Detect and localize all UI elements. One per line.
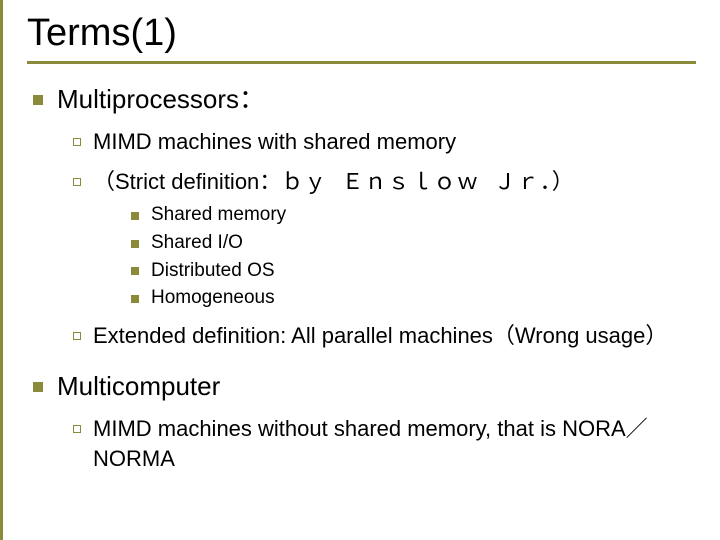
list-item-text: MIMD machines with shared memory xyxy=(93,127,696,157)
open-square-bullet-icon xyxy=(73,425,81,433)
sub-list-item: Shared memory xyxy=(131,202,696,228)
sub-list-item: Distributed OS xyxy=(131,258,696,284)
sub-list-item-text: Homogeneous xyxy=(151,285,696,311)
sub-list-item-text: Shared I/O xyxy=(151,230,696,256)
list-item: MIMD machines without shared memory, tha… xyxy=(73,414,696,473)
list-item: Extended definition: All parallel machin… xyxy=(73,321,696,351)
square-bullet-icon xyxy=(131,240,139,248)
section-heading-text: Multiprocessors： xyxy=(57,82,696,117)
section-heading-text: Multicomputer xyxy=(57,369,696,404)
list-item-text-part: （Strict definition： xyxy=(93,169,281,194)
sub-list-item: Homogeneous xyxy=(131,285,696,311)
list-item-text: （Strict definition：ｂｙ Ｅｎｓｌｏｗ Ｊｒ．） xyxy=(93,167,696,199)
section-heading: Multicomputer xyxy=(33,369,696,404)
square-bullet-icon xyxy=(131,295,139,303)
slide-title: Terms(1) xyxy=(27,12,696,64)
square-bullet-icon xyxy=(131,212,139,220)
square-bullet-icon xyxy=(33,95,43,105)
section-heading: Multiprocessors： xyxy=(33,82,696,117)
open-square-bullet-icon xyxy=(73,138,81,146)
open-square-bullet-icon xyxy=(73,178,81,186)
slide: Terms(1) Multiprocessors： MIMD machines … xyxy=(0,0,720,540)
sub-list-item-text: Shared memory xyxy=(151,202,696,228)
open-square-bullet-icon xyxy=(73,332,81,340)
list-item-text: Extended definition: All parallel machin… xyxy=(93,321,696,351)
square-bullet-icon xyxy=(33,382,43,392)
list-item: （Strict definition：ｂｙ Ｅｎｓｌｏｗ Ｊｒ．） xyxy=(73,167,696,199)
list-item-text: MIMD machines without shared memory, tha… xyxy=(93,414,696,473)
square-bullet-icon xyxy=(131,267,139,275)
list-item-text-mono: ｂｙ Ｅｎｓｌｏｗ Ｊｒ．） xyxy=(281,171,574,196)
sub-list-item-text: Distributed OS xyxy=(151,258,696,284)
sub-list-item: Shared I/O xyxy=(131,230,696,256)
list-item: MIMD machines with shared memory xyxy=(73,127,696,157)
